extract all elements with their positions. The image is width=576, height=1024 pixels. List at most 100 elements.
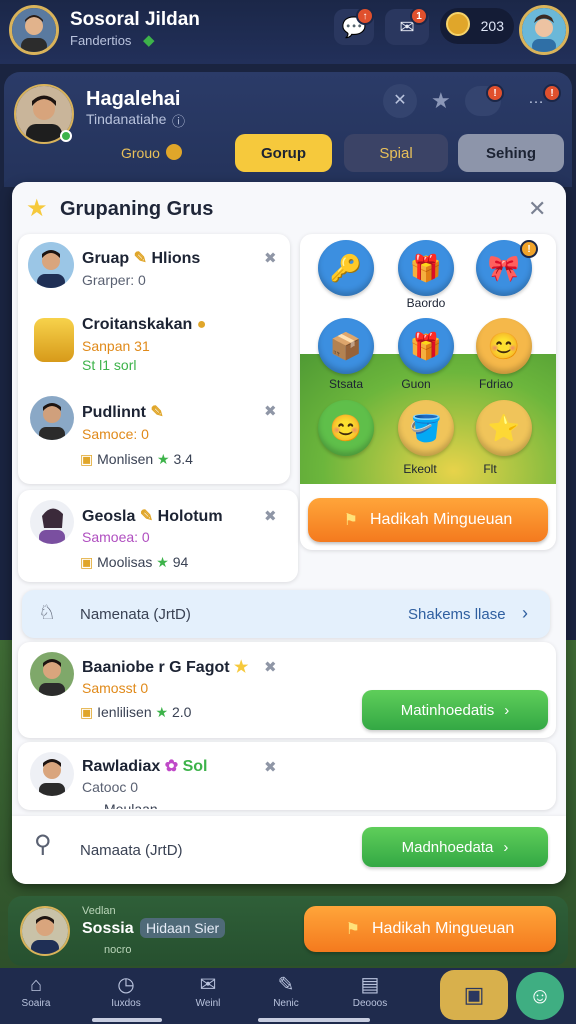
weekly-gift-label: Hadikah Mingueuan	[372, 920, 515, 937]
member-meta: St l1 sorl	[82, 357, 137, 373]
join-button-label: Madnhoedata	[401, 838, 494, 856]
tab-setting[interactable]: Sehing	[458, 134, 564, 172]
bottom-player-tag: Hidaan Sier	[140, 918, 226, 938]
user-avatar[interactable]	[9, 5, 59, 55]
nav-label: Weinl	[195, 998, 221, 1009]
member-sub: Samoce: 0	[82, 426, 149, 442]
group-coin-icon	[166, 144, 182, 160]
notice-action[interactable]: Shakems llase	[408, 606, 506, 623]
weekly-gift-button[interactable]: ⚑ Hadikah Mingueuan	[304, 906, 556, 952]
settings-icon-button[interactable]: ✕	[383, 84, 417, 118]
gift-label: Fdriao	[478, 377, 513, 391]
more-icon[interactable]: …	[528, 90, 544, 108]
profile-name: Hagalehai	[86, 88, 181, 110]
chevron-right-icon: ›	[504, 701, 510, 719]
present-icon[interactable]: 🎁	[398, 318, 454, 374]
online-indicator	[60, 130, 72, 142]
gift-label: Flt	[483, 462, 497, 476]
edit-icon: ✎	[277, 974, 295, 996]
bell-icon: ♘	[38, 602, 56, 624]
smile-coin-icon[interactable]: 😊	[476, 318, 532, 374]
profile-tab-button[interactable]: ☺	[516, 972, 564, 1020]
member-sub: Sanpan 31	[82, 338, 150, 354]
coin-icon	[446, 12, 470, 36]
member-avatar[interactable]	[30, 652, 74, 696]
gift-label: Ekeolt	[403, 462, 437, 476]
close-small-icon[interactable]: ✖	[264, 758, 277, 776]
bottom-top-label: Vedlan	[82, 905, 116, 917]
shield-icon: ◆	[143, 32, 155, 49]
tab-group[interactable]: Gorup	[235, 134, 332, 172]
player-avatar[interactable]	[20, 906, 70, 956]
member-sub: Samosst 0	[82, 680, 149, 696]
join-button[interactable]: Madnhoedata ›	[362, 827, 548, 867]
star-icon: ★	[26, 195, 48, 222]
gift-label: Stsata	[328, 377, 364, 391]
close-small-icon[interactable]: ✖	[264, 658, 277, 676]
treasure-icon[interactable]: ⭐	[476, 400, 532, 456]
notice-label: Namenata (JrtD)	[80, 606, 191, 623]
member-avatar[interactable]	[28, 242, 74, 288]
nav-edit[interactable]: ✎ Nenic	[256, 972, 316, 1009]
member-sub: Samoea: 0	[82, 529, 150, 545]
member-avatar[interactable]	[30, 396, 74, 440]
group-label: Grouo	[121, 145, 160, 161]
nav-home[interactable]: ⌂ Soaira	[6, 972, 66, 1009]
bottom-player-sub: nocro	[104, 944, 132, 956]
info-icon[interactable]: ⓘ	[172, 111, 185, 130]
shop-icon: ▤	[360, 974, 380, 996]
member-avatar[interactable]	[30, 752, 74, 796]
home-icon: ⌂	[29, 974, 43, 996]
gift-badge: !	[486, 84, 504, 102]
member-name: Pudlinnt ✎	[82, 404, 164, 421]
search-icon: ⚲	[34, 831, 52, 858]
member-name: Gruap ✎ Hlions	[82, 250, 201, 267]
group-row-card	[18, 742, 556, 810]
nav-chat[interactable]: ✉ Weinl	[178, 972, 238, 1009]
profile-subtitle: Tindanatiahe	[86, 111, 167, 127]
nav-shop[interactable]: ▤ Deooos	[340, 972, 400, 1009]
gift-label: Guon	[401, 377, 431, 391]
member-meta: ▣ Ienlilisen ★ 2.0	[80, 704, 192, 720]
member-avatar[interactable]	[30, 500, 74, 544]
nav-label: Deooos	[352, 998, 388, 1009]
bottom-player-name: Sossia	[82, 920, 134, 937]
bucket-icon[interactable]: 🪣	[398, 400, 454, 456]
clock-icon: ◷	[117, 974, 135, 996]
box-gift-icon[interactable]: 🎁	[398, 240, 454, 296]
close-icon[interactable]: ✕	[528, 196, 546, 222]
member-name: Croitanskakan ●	[82, 316, 207, 333]
star-icon[interactable]: ★	[431, 88, 451, 114]
nav-history[interactable]: ◷ Iuxdos	[96, 972, 156, 1009]
weekly-gift-label: Hadikah Mingueuan	[370, 511, 513, 528]
member-meta: ▣ Monlisen ★ 3.4	[80, 451, 193, 467]
chevron-right-icon: ›	[503, 838, 509, 856]
gift-coin-icon: ⚑	[345, 921, 360, 938]
coin-value: 203	[480, 18, 504, 34]
close-small-icon[interactable]: ✖	[264, 249, 277, 267]
nav-label: Soaira	[21, 998, 51, 1009]
friend-avatar[interactable]	[519, 5, 569, 55]
member-name: Rawladiax ✿ Sol	[82, 758, 208, 775]
gold-bag-icon	[34, 318, 74, 362]
tab-special[interactable]: Spial	[344, 134, 448, 172]
key-gift-icon[interactable]: 🔑	[318, 240, 374, 296]
member-sub: Catooc 0	[82, 779, 139, 795]
footer-label: Namaata (JrtD)	[80, 842, 183, 859]
app-title: Sosoral Jildan	[70, 9, 200, 30]
mail-badge: 1	[410, 7, 428, 25]
more-badge: !	[543, 84, 561, 102]
gift-label: Baordo	[406, 296, 446, 310]
gift-coin-icon: ⚑	[343, 512, 358, 529]
member-sub: Grarper: 0	[82, 272, 146, 288]
close-small-icon[interactable]: ✖	[264, 507, 277, 525]
weekly-gift-button[interactable]: ⚑ Hadikah Mingueuan	[308, 498, 548, 542]
close-small-icon[interactable]: ✖	[264, 402, 277, 420]
join-button[interactable]: Matinhoedatis ›	[362, 690, 548, 730]
join-button-label: Matinhoedatis	[400, 701, 495, 719]
nav-label: Nenic	[273, 998, 299, 1009]
gift-badge: !	[520, 240, 538, 258]
smile-face-icon[interactable]: 😊	[318, 400, 374, 456]
gift-box-icon[interactable]: 📦	[318, 318, 374, 374]
active-tab-button[interactable]: ▣	[440, 970, 508, 1020]
